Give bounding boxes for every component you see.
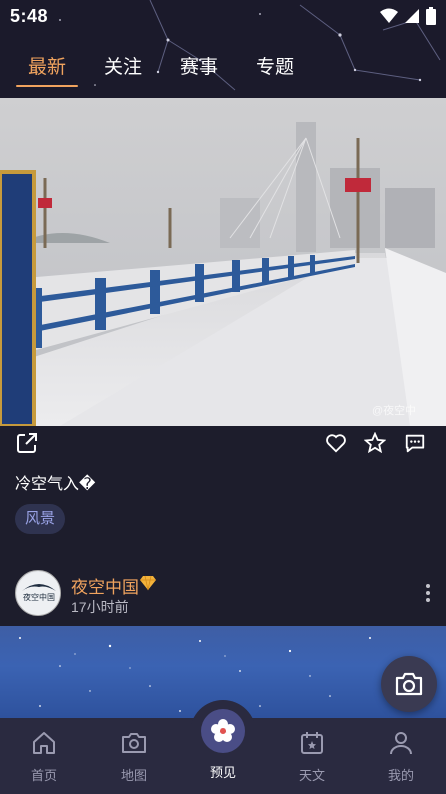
- heart-icon[interactable]: [325, 432, 347, 454]
- nav-preview[interactable]: 预见: [193, 762, 253, 781]
- post-caption: 冷空气入�: [15, 476, 96, 493]
- post-time: 17小时前: [71, 599, 129, 615]
- person-icon: [390, 732, 412, 755]
- post-photo[interactable]: @夜空中: [0, 98, 446, 426]
- tab-latest[interactable]: 最新: [15, 52, 79, 87]
- status-time: 5:48: [10, 5, 49, 26]
- snowy-bridge-image: @夜空中: [0, 98, 446, 426]
- nav-map-label: 地图: [120, 768, 147, 783]
- diamond-icon: [140, 575, 156, 591]
- calendar-star-icon: [301, 732, 323, 754]
- nav-map[interactable]: 地图: [104, 730, 164, 784]
- nav-preview-label: 预见: [209, 765, 236, 780]
- status-icons: [380, 7, 436, 25]
- star-icon[interactable]: [364, 432, 386, 454]
- camera-map-icon: [122, 733, 146, 753]
- nav-mine-label: 我的: [387, 768, 414, 783]
- header: 5:48 最新 关注 赛事 专题: [0, 0, 446, 98]
- share-icon[interactable]: [16, 432, 38, 454]
- nav-astronomy[interactable]: 天文: [282, 730, 342, 784]
- tab-following[interactable]: 关注: [104, 52, 142, 79]
- avatar-text: 夜空中国: [23, 592, 55, 602]
- battery-icon: [426, 7, 436, 25]
- post-tag[interactable]: 风景: [15, 504, 66, 534]
- nav-astronomy-label: 天文: [298, 768, 325, 783]
- avatar[interactable]: 夜空中国: [15, 570, 61, 616]
- status-bar: 5:48: [0, 0, 446, 32]
- camera-fab-button[interactable]: [381, 656, 437, 712]
- more-options-icon[interactable]: [425, 584, 431, 604]
- home-icon: [33, 732, 55, 754]
- nav-home[interactable]: 首页: [14, 730, 74, 784]
- nav-home-label: 首页: [30, 768, 57, 783]
- signal-icon: [405, 9, 419, 23]
- comment-icon[interactable]: [404, 432, 426, 454]
- tab-contests[interactable]: 赛事: [180, 52, 218, 79]
- feed-tabs: 最新 关注 赛事 专题: [15, 52, 332, 87]
- post-actions: [0, 432, 446, 462]
- wifi-icon: [380, 8, 398, 23]
- photo-watermark: @夜空中: [372, 403, 416, 417]
- camera-icon: [395, 672, 423, 696]
- nav-preview-button[interactable]: [201, 709, 245, 753]
- flower-icon: [211, 719, 235, 742]
- author-name[interactable]: 夜空中国: [71, 573, 139, 598]
- nav-mine[interactable]: 我的: [371, 730, 431, 784]
- avatar-image: 夜空中国: [17, 572, 60, 615]
- tab-topics[interactable]: 专题: [256, 52, 294, 79]
- author-row: 夜空中国 夜空中国 17小时前: [15, 570, 435, 618]
